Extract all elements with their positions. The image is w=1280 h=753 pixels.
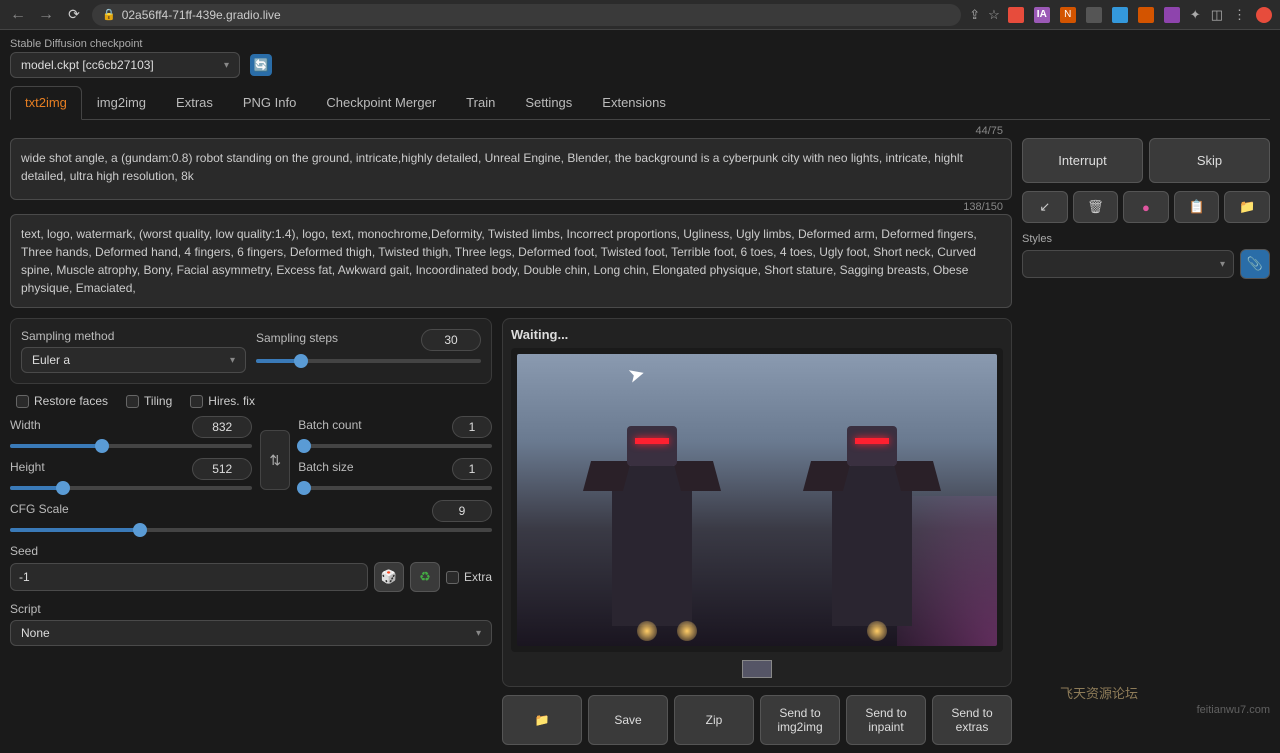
folder-icon-button[interactable]: 📁 — [1224, 191, 1270, 223]
neg-prompt-counter: 138/150 — [963, 201, 1003, 213]
thumbnail-strip — [511, 660, 1003, 678]
preview-status: Waiting... — [511, 327, 1003, 342]
negative-prompt-input[interactable]: 138/150 text, logo, watermark, (worst qu… — [10, 214, 1012, 308]
ext-icon[interactable] — [1164, 7, 1180, 23]
styles-select[interactable]: ▾ — [1022, 250, 1234, 278]
tab-checkpoint-merger[interactable]: Checkpoint Merger — [311, 86, 451, 119]
seed-reuse-button[interactable]: ♻ — [410, 562, 440, 592]
window-icon[interactable]: ◫ — [1211, 7, 1223, 23]
tab-settings[interactable]: Settings — [510, 86, 587, 119]
menu-icon[interactable]: ⋮ — [1233, 7, 1246, 23]
avatar-icon[interactable] — [1256, 7, 1272, 23]
sampling-steps-label: Sampling steps — [256, 331, 338, 345]
tab-txt2img[interactable]: txt2img — [10, 86, 82, 120]
chevron-down-icon: ▾ — [476, 628, 481, 639]
ext-icon[interactable] — [1138, 7, 1154, 23]
styles-label: Styles — [1022, 233, 1270, 245]
hires-fix-checkbox[interactable]: Hires. fix — [190, 394, 255, 408]
swap-dims-button[interactable]: ⇅ — [260, 430, 290, 490]
chevron-down-icon: ▾ — [230, 355, 235, 366]
width-label: Width — [10, 418, 41, 432]
skip-button[interactable]: Skip — [1149, 138, 1270, 183]
preview-image[interactable] — [517, 354, 997, 646]
url-text: 02a56ff4-71ff-439e.gradio.live — [122, 8, 281, 22]
preview-panel: Waiting... ✕ — [502, 318, 1012, 687]
prompt-input[interactable]: 44/75 wide shot angle, a (gundam:0.8) ro… — [10, 138, 1012, 200]
trash-icon-button[interactable]: 🗑 — [1073, 191, 1119, 223]
send-inpaint-button[interactable]: Send to inpaint — [846, 695, 926, 745]
width-slider[interactable] — [10, 444, 252, 448]
send-extras-button[interactable]: Send to extras — [932, 695, 1012, 745]
zip-button[interactable]: Zip — [674, 695, 754, 745]
preview-image-wrap: ✕ — [511, 348, 1003, 652]
cfg-slider[interactable] — [10, 528, 492, 532]
tab-pnginfo[interactable]: PNG Info — [228, 86, 311, 119]
forward-icon[interactable]: → — [36, 6, 56, 24]
restore-faces-checkbox[interactable]: Restore faces — [16, 394, 108, 408]
reload-icon[interactable]: ⟳ — [64, 6, 84, 23]
chevron-down-icon: ▾ — [224, 60, 229, 71]
height-slider[interactable] — [10, 486, 252, 490]
tab-train[interactable]: Train — [451, 86, 510, 119]
batch-count-label: Batch count — [298, 418, 361, 432]
sampling-method-label: Sampling method — [21, 329, 246, 343]
checkpoint-select[interactable]: model.ckpt [cc6cb27103] ▾ — [10, 52, 240, 78]
chevron-down-icon: ▾ — [1220, 259, 1225, 270]
extension-icons: IA N ✦ ◫ ⋮ — [1008, 7, 1272, 23]
watermark: 飞天资源论坛 — [1060, 683, 1138, 702]
batch-size-slider[interactable] — [298, 486, 492, 490]
open-folder-button[interactable]: 📁 — [502, 695, 582, 745]
thumbnail[interactable] — [742, 660, 772, 678]
tab-extensions[interactable]: Extensions — [587, 86, 681, 119]
palette-icon-button[interactable]: ● — [1123, 191, 1169, 223]
ext-icon[interactable] — [1086, 7, 1102, 23]
back-icon[interactable]: ← — [8, 6, 28, 24]
ext-icon[interactable] — [1008, 7, 1024, 23]
ext-icon[interactable]: N — [1060, 7, 1076, 23]
sampling-method-select[interactable]: Euler a ▾ — [21, 347, 246, 373]
save-button[interactable]: Save — [588, 695, 668, 745]
browser-bar: ← → ⟳ 🔒 02a56ff4-71ff-439e.gradio.live ⇪… — [0, 0, 1280, 30]
checkpoint-row: Stable Diffusion checkpoint model.ckpt [… — [10, 38, 1270, 78]
tiling-checkbox[interactable]: Tiling — [126, 394, 172, 408]
batch-size-value[interactable]: 1 — [452, 458, 492, 480]
script-label: Script — [10, 602, 492, 616]
star-icon[interactable]: ☆ — [988, 7, 1000, 23]
batch-count-value[interactable]: 1 — [452, 416, 492, 438]
seed-extra-checkbox[interactable]: Extra — [446, 570, 492, 584]
tab-extras[interactable]: Extras — [161, 86, 228, 119]
url-bar[interactable]: 🔒 02a56ff4-71ff-439e.gradio.live — [92, 4, 961, 26]
seed-input[interactable]: -1 — [10, 563, 368, 591]
cfg-label: CFG Scale — [10, 502, 69, 516]
styles-apply-button[interactable]: 📎 — [1240, 249, 1270, 279]
send-img2img-button[interactable]: Send to img2img — [760, 695, 840, 745]
watermark: feitianwu7.com — [1197, 704, 1270, 716]
height-value[interactable]: 512 — [192, 458, 252, 480]
batch-size-label: Batch size — [298, 460, 353, 474]
sampling-steps-value[interactable]: 30 — [421, 329, 481, 351]
clipboard-icon-button[interactable]: 📋 — [1174, 191, 1220, 223]
puzzle-icon[interactable]: ✦ — [1190, 7, 1201, 23]
cfg-value[interactable]: 9 — [432, 500, 492, 522]
seed-random-button[interactable]: 🎲 — [374, 562, 404, 592]
checkpoint-label: Stable Diffusion checkpoint — [10, 38, 240, 50]
prompt-counter: 44/75 — [975, 125, 1003, 137]
ext-icon[interactable]: IA — [1034, 7, 1050, 23]
ext-icon[interactable] — [1112, 7, 1128, 23]
seed-label: Seed — [10, 544, 492, 558]
tab-img2img[interactable]: img2img — [82, 86, 161, 119]
script-select[interactable]: None ▾ — [10, 620, 492, 646]
share-icon[interactable]: ⇪ — [969, 7, 980, 23]
arrow-icon-button[interactable]: ↙ — [1022, 191, 1068, 223]
refresh-checkpoint-button[interactable]: 🔄 — [250, 54, 272, 76]
batch-count-slider[interactable] — [298, 444, 492, 448]
main-tabs: txt2img img2img Extras PNG Info Checkpoi… — [10, 86, 1270, 120]
lock-icon: 🔒 — [102, 8, 116, 21]
sampling-steps-slider[interactable] — [256, 359, 481, 363]
height-label: Height — [10, 460, 45, 474]
interrupt-button[interactable]: Interrupt — [1022, 138, 1143, 183]
width-value[interactable]: 832 — [192, 416, 252, 438]
